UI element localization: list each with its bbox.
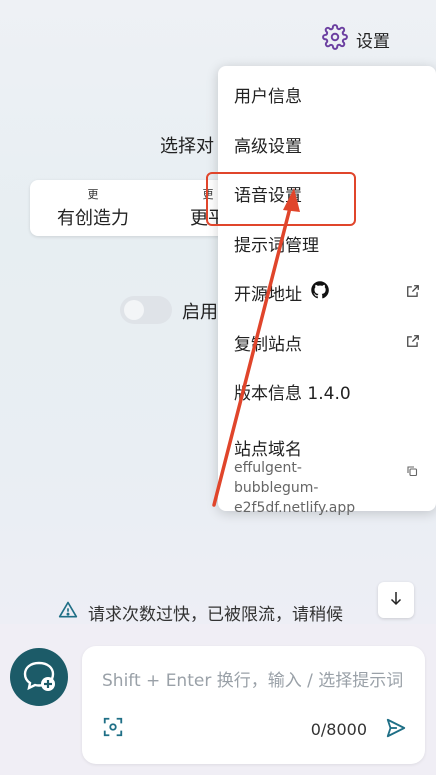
annotation-arrow xyxy=(212,188,300,507)
